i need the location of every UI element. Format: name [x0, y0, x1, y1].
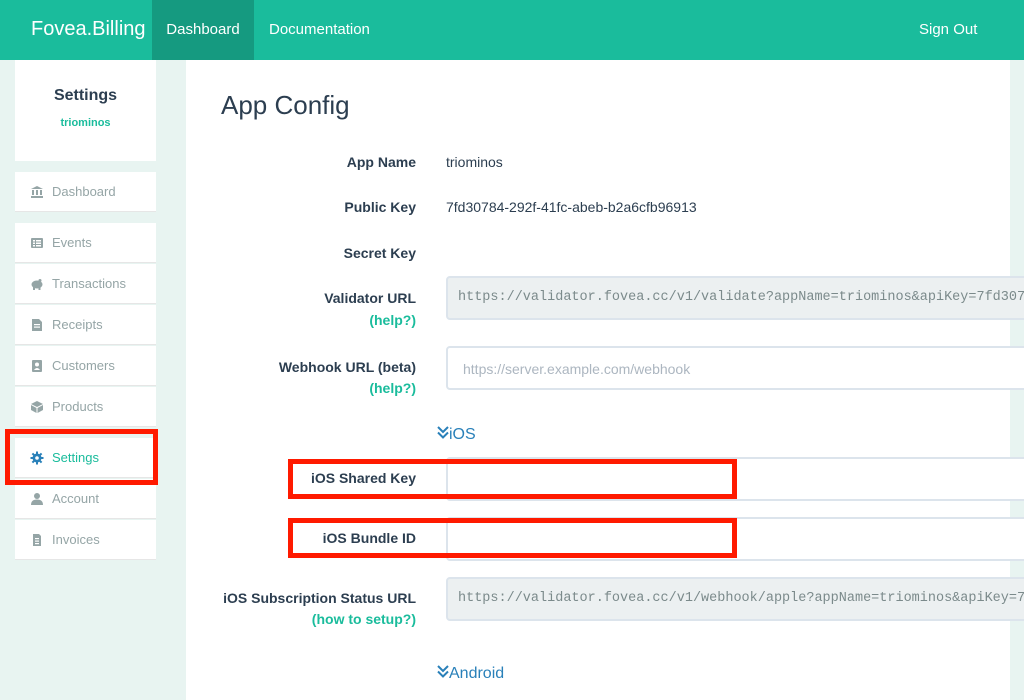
sidebar-item-label: Customers: [52, 358, 115, 373]
public-key-value: 7fd30784-292f-41fc-abeb-b2a6cfb96913: [446, 199, 697, 215]
validator-url-value: https://validator.fovea.cc/v1/validate?a…: [458, 290, 1024, 305]
sidebar-item-label: Receipts: [52, 317, 103, 332]
sidebar-title: Settings: [53, 87, 118, 104]
highlight-box: [5, 429, 158, 485]
sidebar-header: Settings triominos: [15, 60, 156, 161]
sidebar-item-transactions[interactable]: Transactions: [15, 264, 156, 304]
sidebar-item-invoices[interactable]: Invoices: [15, 520, 156, 560]
top-navbar: Fovea.Billing Dashboard Documentation Si…: [0, 0, 1024, 60]
sidebar-item-customers[interactable]: Customers: [15, 346, 156, 386]
android-section-toggle[interactable]: Android: [437, 665, 504, 683]
ios-section-toggle[interactable]: iOS: [437, 426, 476, 444]
piggy-bank-icon: [30, 277, 44, 291]
sidebar-item-label: Account: [52, 491, 99, 506]
secret-key-label: Secret Key: [343, 245, 416, 261]
validator-url-label: Validator URL: [324, 290, 416, 306]
sidebar-item-label: Dashboard: [52, 184, 116, 199]
nav-dashboard[interactable]: Dashboard: [152, 0, 254, 60]
sign-out-link[interactable]: Sign Out: [919, 0, 977, 60]
webhook-url-placeholder: https://server.example.com/webhook: [463, 361, 691, 377]
sidebar-item-events[interactable]: Events: [15, 223, 156, 263]
ios-status-url-value: https://validator.fovea.cc/v1/webhook/ap…: [458, 591, 1024, 606]
ios-status-url-field[interactable]: https://validator.fovea.cc/v1/webhook/ap…: [446, 577, 1024, 621]
sidebar-item-label: Transactions: [52, 276, 126, 291]
sidebar-item-label: Invoices: [52, 532, 100, 547]
sidebar-item-products[interactable]: Products: [15, 387, 156, 427]
user-icon: [30, 492, 44, 506]
chevrons-down-icon: [437, 665, 449, 682]
sidebar-item-dashboard[interactable]: Dashboard: [15, 172, 156, 212]
sidebar-app-name: triominos: [60, 117, 111, 129]
nav-documentation[interactable]: Documentation: [269, 0, 370, 60]
validator-url-help-link[interactable]: (help?): [369, 312, 416, 328]
validator-url-field[interactable]: https://validator.fovea.cc/v1/validate?a…: [446, 276, 1024, 320]
sidebar-item-receipts[interactable]: Receipts: [15, 305, 156, 345]
app-name-label: App Name: [346, 154, 416, 170]
public-key-label: Public Key: [344, 199, 416, 215]
box-icon: [30, 400, 44, 414]
webhook-url-label: Webhook URL (beta): [278, 359, 416, 375]
sidebar-item-label: Products: [52, 399, 104, 414]
webhook-url-input[interactable]: https://server.example.com/webhook: [446, 346, 1024, 390]
sidebar-item-label: Events: [52, 235, 92, 250]
page-title: App Config: [221, 90, 350, 120]
bank-icon: [30, 185, 44, 199]
ios-status-url-help-link[interactable]: (how to setup?): [312, 611, 416, 627]
file-icon: [30, 533, 44, 547]
ios-shared-key-label: iOS Shared Key: [310, 470, 416, 486]
brand-logo[interactable]: Fovea.Billing: [31, 18, 146, 41]
sidebar-item-account[interactable]: Account: [15, 479, 156, 519]
ios-bundle-id-label: iOS Bundle ID: [322, 530, 416, 546]
list-icon: [30, 236, 44, 250]
ios-section-label: iOS: [449, 426, 476, 443]
android-section-label: Android: [449, 665, 505, 682]
app-name-value: triominos: [446, 154, 503, 170]
address-card-icon: [30, 359, 44, 373]
ios-status-url-label: iOS Subscription Status URL: [223, 590, 416, 606]
chevrons-down-icon: [437, 426, 449, 443]
receipt-icon: [30, 318, 44, 332]
webhook-url-help-link[interactable]: (help?): [369, 380, 416, 396]
